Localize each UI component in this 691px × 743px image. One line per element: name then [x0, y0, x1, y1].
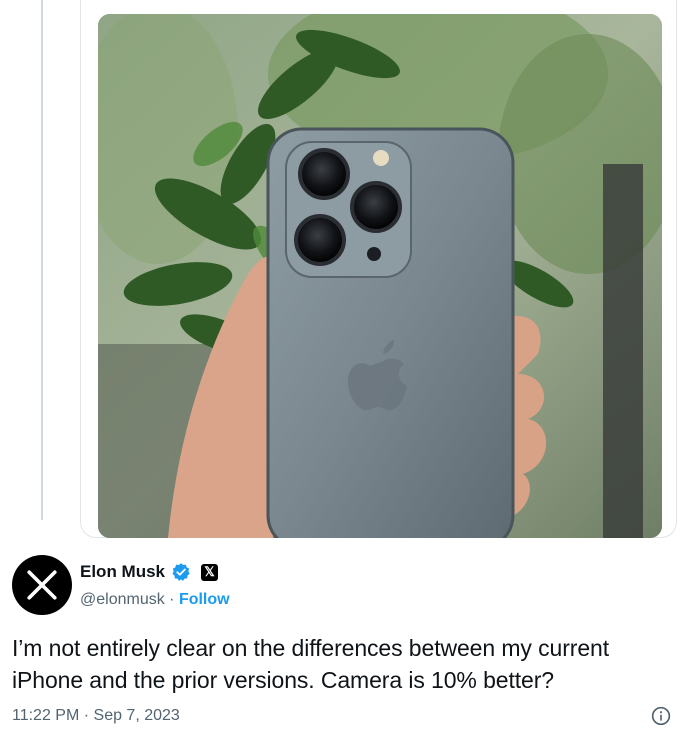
info-icon[interactable]: [651, 706, 671, 726]
tweet-photo[interactable]: [98, 14, 662, 538]
x-logo-icon: [27, 570, 57, 600]
iphone-photo-illustration: [98, 14, 662, 538]
x-affiliation-icon: 𝕏: [201, 563, 219, 581]
author-handle[interactable]: @elonmusk: [80, 591, 165, 608]
author-avatar[interactable]: [12, 555, 72, 615]
tweet-timestamp[interactable]: 11:22 PM · Sep 7, 2023: [12, 707, 180, 725]
separator-dot: ·: [164, 591, 179, 608]
author-name-row: Elon Musk 𝕏: [80, 562, 219, 582]
verified-badge-icon: [172, 563, 190, 581]
author-handle-row: @elonmusk · Follow: [80, 591, 230, 609]
thread-connector-line: [41, 0, 43, 520]
follow-button[interactable]: Follow: [179, 591, 230, 608]
author-name[interactable]: Elon Musk: [80, 562, 165, 582]
tweet-text: I’m not entirely clear on the difference…: [12, 635, 609, 693]
